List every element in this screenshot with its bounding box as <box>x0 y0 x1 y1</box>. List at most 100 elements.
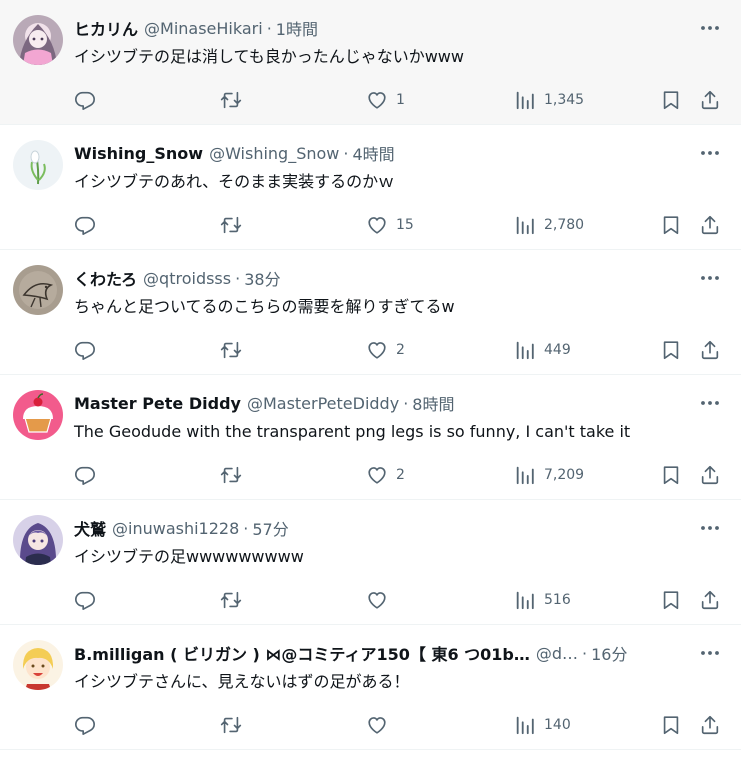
more-dots-icon[interactable] <box>699 393 721 413</box>
display-name[interactable]: Master Pete Diddy <box>74 394 241 413</box>
views-chart-icon <box>514 714 536 736</box>
repost-button[interactable] <box>220 462 242 488</box>
view-count: 516 <box>544 592 571 608</box>
reply-button[interactable] <box>74 462 96 488</box>
post-header: 犬鷲 @inuwashi1228 · 57分 <box>74 515 691 541</box>
share-button[interactable] <box>699 337 721 363</box>
views-button[interactable]: 140 <box>514 712 571 738</box>
more-dots-icon[interactable] <box>699 268 721 288</box>
post-text: イシツブテさんに、見えないはずの足がある！ <box>74 672 410 691</box>
repost-button[interactable] <box>220 587 242 613</box>
view-count: 2,780 <box>544 217 585 233</box>
like-button[interactable]: 15 <box>366 212 414 238</box>
avatar[interactable] <box>13 140 63 190</box>
user-handle[interactable]: @qtroidsss <box>143 269 231 288</box>
share-button[interactable] <box>699 87 721 113</box>
view-count: 7,209 <box>544 467 585 483</box>
user-handle[interactable]: @Wishing_Snow <box>209 144 339 163</box>
avatar[interactable] <box>13 640 63 690</box>
display-name[interactable]: くわたろ <box>74 266 137 290</box>
reply-icon <box>74 339 96 361</box>
post-header: Wishing_Snow @Wishing_Snow · 4時間 <box>74 140 691 166</box>
repost-icon <box>220 339 242 361</box>
repost-icon <box>220 589 242 611</box>
views-chart-icon <box>514 89 536 111</box>
user-handle[interactable]: @MasterPeteDiddy <box>247 394 399 413</box>
reply-post[interactable]: Wishing_Snow @Wishing_Snow · 4時間 イシツブテのあ… <box>0 125 741 250</box>
bookmark-button[interactable] <box>660 87 682 113</box>
views-button[interactable]: 516 <box>514 587 571 613</box>
separator-dot: · <box>266 18 272 38</box>
timestamp[interactable]: 8時間 <box>412 391 454 415</box>
timestamp[interactable]: 4時間 <box>352 141 394 165</box>
share-button[interactable] <box>699 712 721 738</box>
reply-button[interactable] <box>74 587 96 613</box>
views-button[interactable]: 449 <box>514 337 571 363</box>
repost-icon <box>220 214 242 236</box>
avatar[interactable] <box>13 15 63 65</box>
like-button[interactable]: 2 <box>366 462 405 488</box>
post-text: The Geodude with the transparent png leg… <box>74 422 631 441</box>
like-button[interactable] <box>366 587 396 613</box>
action-bar: 2 7,209 <box>0 462 741 488</box>
reply-icon <box>74 464 96 486</box>
like-button[interactable] <box>366 712 396 738</box>
bookmark-button[interactable] <box>660 587 682 613</box>
user-handle[interactable]: @MinaseHikari <box>144 19 263 38</box>
avatar[interactable] <box>13 265 63 315</box>
views-button[interactable]: 1,345 <box>514 87 584 113</box>
bookmark-icon <box>660 714 682 736</box>
timestamp[interactable]: 38分 <box>244 266 280 290</box>
action-bar: 1 1,345 <box>0 87 741 113</box>
more-dots-icon[interactable] <box>699 18 721 38</box>
timestamp[interactable]: 1時間 <box>276 16 318 40</box>
bookmark-button[interactable] <box>660 337 682 363</box>
more-dots-icon[interactable] <box>699 643 721 663</box>
reply-button[interactable] <box>74 712 96 738</box>
more-dots-icon[interactable] <box>699 143 721 163</box>
display-name[interactable]: 犬鷲 <box>74 516 106 540</box>
user-handle[interactable]: @inuwashi1228 <box>112 519 239 538</box>
reply-post[interactable]: ヒカリん @MinaseHikari · 1時間 イシツブテの足は消しても良かっ… <box>0 0 741 125</box>
timestamp[interactable]: 16分 <box>591 641 627 665</box>
bookmark-button[interactable] <box>660 712 682 738</box>
separator-dot: · <box>243 518 249 538</box>
views-button[interactable]: 7,209 <box>514 462 584 488</box>
reply-post[interactable]: Master Pete Diddy @MasterPeteDiddy · 8時間… <box>0 375 741 500</box>
display-name[interactable]: ヒカリん <box>74 16 138 40</box>
reply-button[interactable] <box>74 337 96 363</box>
share-button[interactable] <box>699 587 721 613</box>
bookmark-button[interactable] <box>660 462 682 488</box>
avatar[interactable] <box>13 515 63 565</box>
like-button[interactable]: 2 <box>366 337 405 363</box>
reply-post[interactable]: 犬鷲 @inuwashi1228 · 57分 イシツブテの足wwwwwwwww <box>0 500 741 625</box>
share-icon <box>699 714 721 736</box>
more-dots-icon[interactable] <box>699 518 721 538</box>
reply-post[interactable]: くわたろ @qtroidsss · 38分 ちゃんと足ついてるのこちらの需要を解… <box>0 250 741 375</box>
display-name[interactable]: Wishing_Snow <box>74 144 203 163</box>
share-button[interactable] <box>699 462 721 488</box>
repost-button[interactable] <box>220 712 242 738</box>
user-handle[interactable]: @d… <box>536 644 578 663</box>
like-button[interactable]: 1 <box>366 87 405 113</box>
post-text: イシツブテの足wwwwwwwww <box>74 547 304 566</box>
reply-post[interactable]: B.milligan ( ビリガン ) ⋈@コミティア150【 東6 つ01b…… <box>0 625 741 750</box>
view-count: 449 <box>544 342 571 358</box>
display-name[interactable]: B.milligan ( ビリガン ) ⋈@コミティア150【 東6 つ01b… <box>74 641 530 665</box>
views-chart-icon <box>514 589 536 611</box>
avatar[interactable] <box>13 390 63 440</box>
heart-icon <box>366 714 388 736</box>
repost-icon <box>220 464 242 486</box>
repost-button[interactable] <box>220 337 242 363</box>
repost-button[interactable] <box>220 87 242 113</box>
reply-icon <box>74 89 96 111</box>
reply-button[interactable] <box>74 212 96 238</box>
share-button[interactable] <box>699 212 721 238</box>
reply-button[interactable] <box>74 87 96 113</box>
bookmark-button[interactable] <box>660 212 682 238</box>
views-button[interactable]: 2,780 <box>514 212 584 238</box>
views-chart-icon <box>514 214 536 236</box>
repost-button[interactable] <box>220 212 242 238</box>
like-count: 15 <box>396 217 414 233</box>
timestamp[interactable]: 57分 <box>252 516 288 540</box>
